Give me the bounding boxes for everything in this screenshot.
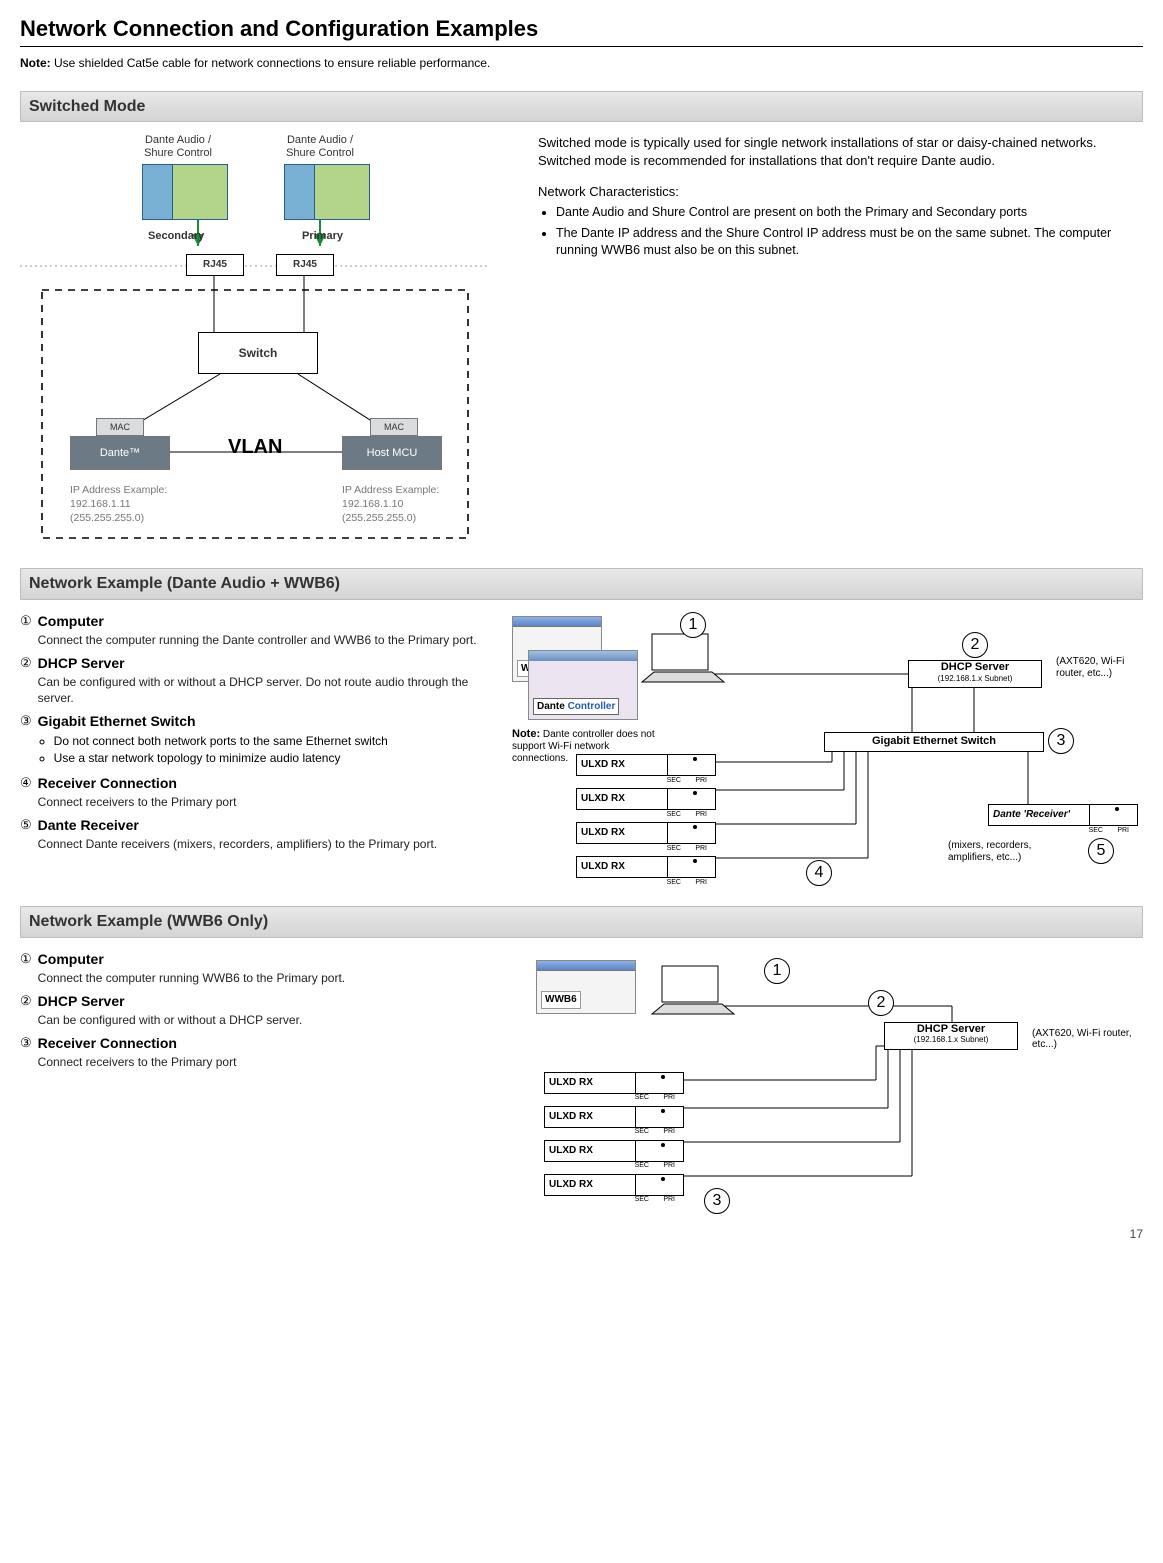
- rx-4: ULXD RX SECPRI: [576, 856, 716, 878]
- dante-receiver-note: (mixers, recorders, amplifiers, etc...): [948, 840, 1068, 863]
- circled-2-icon: ②: [20, 992, 32, 1010]
- circled-3-icon: ③: [20, 712, 32, 730]
- dante-receiver-box: Dante 'Receiver' SECPRI: [988, 804, 1138, 826]
- rx-1: ULXD RX SECPRI: [544, 1072, 684, 1094]
- label-dante-shure-2: Dante Audio /Shure Control: [272, 134, 368, 159]
- dhcp-note: (AXT620, Wi-Fi router, etc...): [1032, 1028, 1148, 1051]
- ex1-item-3: ③ Gigabit Ethernet Switch Do not connect…: [20, 712, 480, 767]
- port-rj45-secondary: RJ45: [186, 254, 244, 276]
- laptop-icon: [648, 964, 738, 1024]
- page-title: Network Connection and Configuration Exa…: [20, 14, 1143, 47]
- ex1-item-1: ① Computer Connect the computer running …: [20, 612, 480, 648]
- box-primary-green: [314, 164, 370, 220]
- mac-left: MAC: [96, 418, 144, 436]
- rx-1: ULXD RX SECPRI: [576, 754, 716, 776]
- dhcp-box: DHCP Server (192.168.1.x Subnet): [884, 1022, 1018, 1050]
- circled-5-icon: ⑤: [20, 816, 32, 834]
- section-example-wwb6-only: Network Example (WWB6 Only): [20, 906, 1143, 938]
- note-text: Use shielded Cat5e cable for network con…: [51, 56, 491, 70]
- chip-dante: Dante™: [70, 436, 170, 470]
- ip-example-left: IP Address Example: 192.168.1.11 (255.25…: [70, 484, 167, 525]
- rx-2: ULXD RX SECPRI: [544, 1106, 684, 1128]
- label-vlan: VLAN: [228, 434, 282, 461]
- ex1-item-5: ⑤ Dante Receiver Connect Dante receivers…: [20, 816, 480, 852]
- label-primary: Primary: [302, 230, 343, 243]
- label-secondary: Secondary: [148, 230, 204, 243]
- rx-4: ULXD RX SECPRI: [544, 1174, 684, 1196]
- callout-2-icon: 2: [868, 990, 894, 1016]
- circled-1-icon: ①: [20, 950, 32, 968]
- callout-1-icon: 1: [764, 958, 790, 984]
- wwb6-window: WWB6: [536, 960, 636, 1014]
- port-rj45-primary: RJ45: [276, 254, 334, 276]
- ex2-callout-list: ① Computer Connect the computer running …: [20, 950, 480, 1070]
- label-dante-shure-1: Dante Audio /Shure Control: [130, 134, 226, 159]
- switched-mode-diagram: Dante Audio /Shure Control Dante Audio /…: [20, 134, 490, 554]
- callout-1-icon: 1: [680, 612, 706, 638]
- switched-paragraph: Switched mode is typically used for sing…: [538, 134, 1143, 169]
- box-secondary-green: [172, 164, 228, 220]
- circled-2-icon: ②: [20, 654, 32, 672]
- callout-3-icon: 3: [1048, 728, 1074, 754]
- rx-2: ULXD RX SECPRI: [576, 788, 716, 810]
- callout-2-icon: 2: [962, 632, 988, 658]
- note-label: Note:: [20, 56, 51, 70]
- ex1-item-4: ④ Receiver Connection Connect receivers …: [20, 774, 480, 810]
- laptop-icon: [638, 632, 728, 692]
- rx-3: ULXD RX SECPRI: [576, 822, 716, 844]
- characteristics-list: Dante Audio and Shure Control are presen…: [538, 204, 1143, 259]
- callout-3-icon: 3: [704, 1188, 730, 1214]
- ex1-callout-list: ① Computer Connect the computer running …: [20, 612, 480, 852]
- mac-right: MAC: [370, 418, 418, 436]
- ex2-item-1: ① Computer Connect the computer running …: [20, 950, 480, 986]
- section-example-dante-wwb6: Network Example (Dante Audio + WWB6): [20, 568, 1143, 600]
- characteristics-title: Network Characteristics:: [538, 183, 1143, 201]
- ex2-diagram: WWB6 DHCP Server (192.168.1.x Subnet) (A…: [508, 950, 1148, 1210]
- circled-1-icon: ①: [20, 612, 32, 630]
- section-switched-mode: Switched Mode: [20, 91, 1143, 123]
- char-bullet-1: Dante Audio and Shure Control are presen…: [556, 204, 1143, 221]
- ex2-item-2: ② DHCP Server Can be configured with or …: [20, 992, 480, 1028]
- rx-3: ULXD RX SECPRI: [544, 1140, 684, 1162]
- callout-5-icon: 5: [1088, 838, 1114, 864]
- ex2-item-3: ③ Receiver Connection Connect receivers …: [20, 1034, 480, 1070]
- ex1-item-2: ② DHCP Server Can be configured with or …: [20, 654, 480, 706]
- ip-example-right: IP Address Example: 192.168.1.10 (255.25…: [342, 484, 439, 525]
- switch-box: Switch: [198, 332, 318, 374]
- dhcp-box: DHCP Server (192.168.1.x Subnet): [908, 660, 1042, 688]
- callout-4-icon: 4: [806, 860, 832, 886]
- page-number: 17: [20, 1226, 1143, 1242]
- switched-mode-text: Switched mode is typically used for sing…: [538, 134, 1143, 262]
- circled-4-icon: ④: [20, 774, 32, 792]
- global-note: Note: Use shielded Cat5e cable for netwo…: [20, 55, 1143, 71]
- gig-switch-box: Gigabit Ethernet Switch: [824, 732, 1044, 752]
- ex1-diagram: WWB6 Dante Controller Note: Dante contro…: [508, 612, 1148, 892]
- dhcp-note: (AXT620, Wi-Fi router, etc...): [1056, 656, 1148, 679]
- chip-host-mcu: Host MCU: [342, 436, 442, 470]
- char-bullet-2: The Dante IP address and the Shure Contr…: [556, 225, 1143, 259]
- dante-controller-window: Dante Controller: [528, 650, 638, 720]
- circled-3-icon: ③: [20, 1034, 32, 1052]
